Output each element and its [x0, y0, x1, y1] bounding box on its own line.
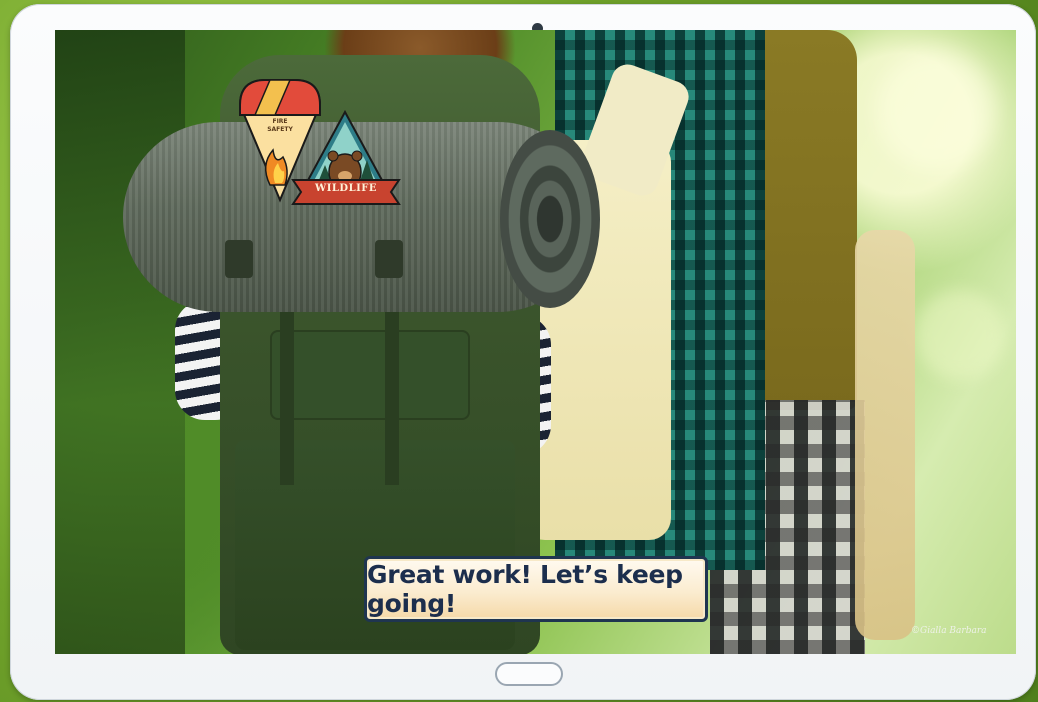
light-bokeh — [915, 290, 1005, 380]
foliage-left — [55, 30, 185, 654]
backpack-pocket — [270, 330, 470, 420]
buckle — [225, 240, 253, 278]
wildlife-badge-label: WILDLIFE — [314, 183, 378, 194]
home-button[interactable] — [495, 662, 563, 686]
buckle — [375, 240, 403, 278]
light-bokeh — [875, 50, 995, 170]
mat-roll-end — [500, 130, 600, 308]
feedback-message: Great work! Let’s keep going! — [364, 556, 708, 622]
feedback-message-text: Great work! Let’s keep going! — [367, 560, 683, 618]
hiker-arm — [855, 230, 915, 640]
photo-credit: ©Gialla Barbara — [911, 626, 987, 636]
